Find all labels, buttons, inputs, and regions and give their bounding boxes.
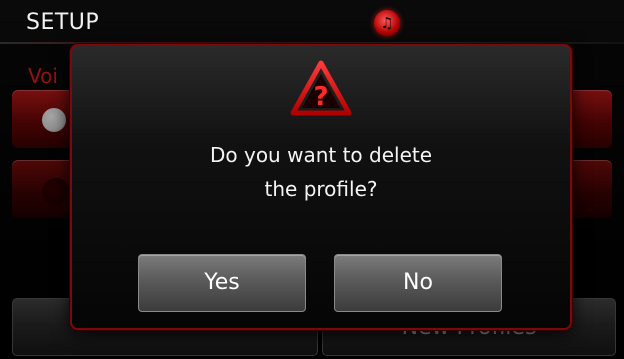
yes-button[interactable]: Yes [138, 254, 306, 312]
svg-text:?: ? [313, 82, 328, 112]
screen: SETUP ♫ Voi e ⌐ New Profiles ? Do you [0, 0, 624, 359]
dialog-message-line2: the profile? [264, 177, 378, 201]
confirm-dialog: ? Do you want to delete the profile? Yes… [70, 44, 572, 330]
warning-question-icon: ? [290, 60, 352, 116]
dialog-message: Do you want to delete the profile? [72, 138, 570, 206]
dialog-message-line1: Do you want to delete [209, 143, 433, 167]
page-title: SETUP [26, 10, 100, 35]
music-note-icon: ♫ [374, 10, 400, 36]
no-button[interactable]: No [334, 254, 502, 312]
